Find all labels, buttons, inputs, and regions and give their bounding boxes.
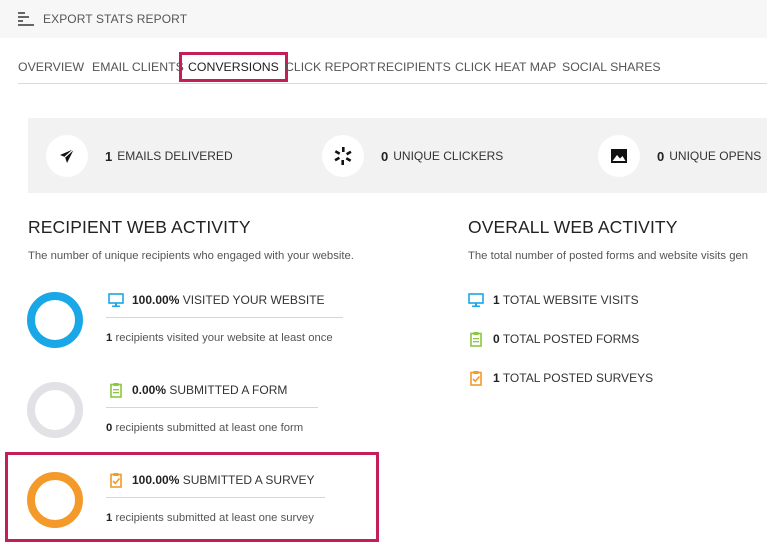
stat-unique-opens: 0 UNIQUE OPENS	[598, 134, 761, 178]
metric-count: 1	[106, 512, 113, 524]
overall-value: 1	[493, 293, 500, 307]
report-list-icon	[18, 12, 34, 26]
recipient-web-activity-description: The number of unique recipients who enga…	[28, 250, 354, 262]
overall-label: TOTAL WEBSITE VISITS	[502, 293, 639, 307]
stat-value: 0	[381, 148, 389, 164]
click-burst-icon	[334, 147, 352, 165]
stat-label: UNIQUE OPENS	[669, 149, 762, 163]
stat-label: UNIQUE CLICKERS	[393, 149, 504, 163]
report-tabs: OVERVIEW EMAIL CLIENTS CONVERSIONS CLICK…	[18, 52, 767, 84]
stat-label: EMAILS DELIVERED	[117, 149, 233, 163]
submitted-form-heading: 0.00% SUBMITTED A FORM	[108, 382, 287, 398]
metric-count: 1	[106, 332, 113, 344]
overall-total-posted-surveys: 1 TOTAL POSTED SURVEYS	[468, 370, 653, 386]
summary-stats-band: 1 EMAILS DELIVERED 0 UNIQUE CLICKERS 0 U…	[28, 118, 767, 193]
metric-label: SUBMITTED A SURVEY	[182, 473, 315, 487]
tab-click-report[interactable]: CLICK REPORT	[285, 52, 376, 82]
image-icon	[611, 149, 627, 163]
submitted-survey-heading: 100.00% SUBMITTED A SURVEY	[108, 472, 315, 488]
export-stats-report-label: EXPORT STATS REPORT	[43, 12, 188, 26]
stat-unique-clickers: 0 UNIQUE CLICKERS	[322, 134, 503, 178]
overall-label: TOTAL POSTED FORMS	[502, 332, 640, 346]
metric-percent: 100.00%	[132, 473, 180, 487]
divider	[106, 407, 318, 408]
visited-website-heading: 100.00% VISITED YOUR WEBSITE	[108, 292, 325, 308]
stat-icon-circle	[598, 135, 640, 177]
survey-check-icon	[470, 371, 482, 386]
overall-label: TOTAL POSTED SURVEYS	[502, 371, 654, 385]
metric-percent: 100.00%	[132, 293, 180, 307]
stat-icon-circle	[322, 135, 364, 177]
tab-recipients[interactable]: RECIPIENTS	[377, 52, 451, 82]
recipient-web-activity-title: RECIPIENT WEB ACTIVITY	[28, 217, 251, 237]
stat-value: 0	[657, 148, 665, 164]
metric-count: 0	[106, 422, 113, 434]
send-icon	[60, 148, 75, 163]
tab-social-shares[interactable]: SOCIAL SHARES	[562, 52, 661, 82]
visited-website-ring	[27, 292, 83, 348]
overall-value: 1	[493, 371, 500, 385]
tab-overview[interactable]: OVERVIEW	[18, 52, 84, 82]
submitted-survey-detail: 1 recipients submitted at least one surv…	[106, 512, 314, 524]
divider	[106, 317, 343, 318]
divider	[106, 497, 325, 498]
overall-total-posted-forms: 0 TOTAL POSTED FORMS	[468, 331, 639, 347]
overall-web-activity-title: OVERALL WEB ACTIVITY	[468, 217, 678, 237]
overall-total-website-visits: 1 TOTAL WEBSITE VISITS	[468, 292, 639, 308]
stat-emails-delivered: 1 EMAILS DELIVERED	[46, 134, 233, 178]
tab-conversions[interactable]: CONVERSIONS	[179, 52, 288, 82]
monitor-icon	[108, 293, 124, 307]
monitor-icon	[468, 293, 484, 307]
overall-value: 0	[493, 332, 500, 346]
top-toolbar: EXPORT STATS REPORT	[0, 0, 767, 38]
stat-icon-circle	[46, 135, 88, 177]
clipboard-icon	[110, 383, 122, 398]
clipboard-icon	[470, 332, 482, 347]
metric-detail: recipients submitted at least one survey	[115, 512, 314, 524]
submitted-survey-ring	[27, 472, 83, 528]
metric-detail: recipients submitted at least one form	[115, 422, 304, 434]
stat-value: 1	[105, 148, 113, 164]
survey-check-icon	[110, 473, 122, 488]
tab-click-heat-map[interactable]: CLICK HEAT MAP	[455, 52, 556, 82]
submitted-form-ring	[27, 382, 83, 438]
metric-label: SUBMITTED A FORM	[169, 383, 288, 397]
overall-web-activity-description: The total number of posted forms and web…	[468, 250, 749, 262]
visited-website-detail: 1 recipients visited your website at lea…	[106, 332, 333, 344]
export-stats-report-button[interactable]: EXPORT STATS REPORT	[18, 10, 187, 28]
tab-email-clients[interactable]: EMAIL CLIENTS	[92, 52, 184, 82]
metric-detail: recipients visited your website at least…	[115, 332, 333, 344]
metric-label: VISITED YOUR WEBSITE	[182, 293, 325, 307]
metric-percent: 0.00%	[132, 383, 167, 397]
submitted-form-detail: 0 recipients submitted at least one form	[106, 422, 303, 434]
